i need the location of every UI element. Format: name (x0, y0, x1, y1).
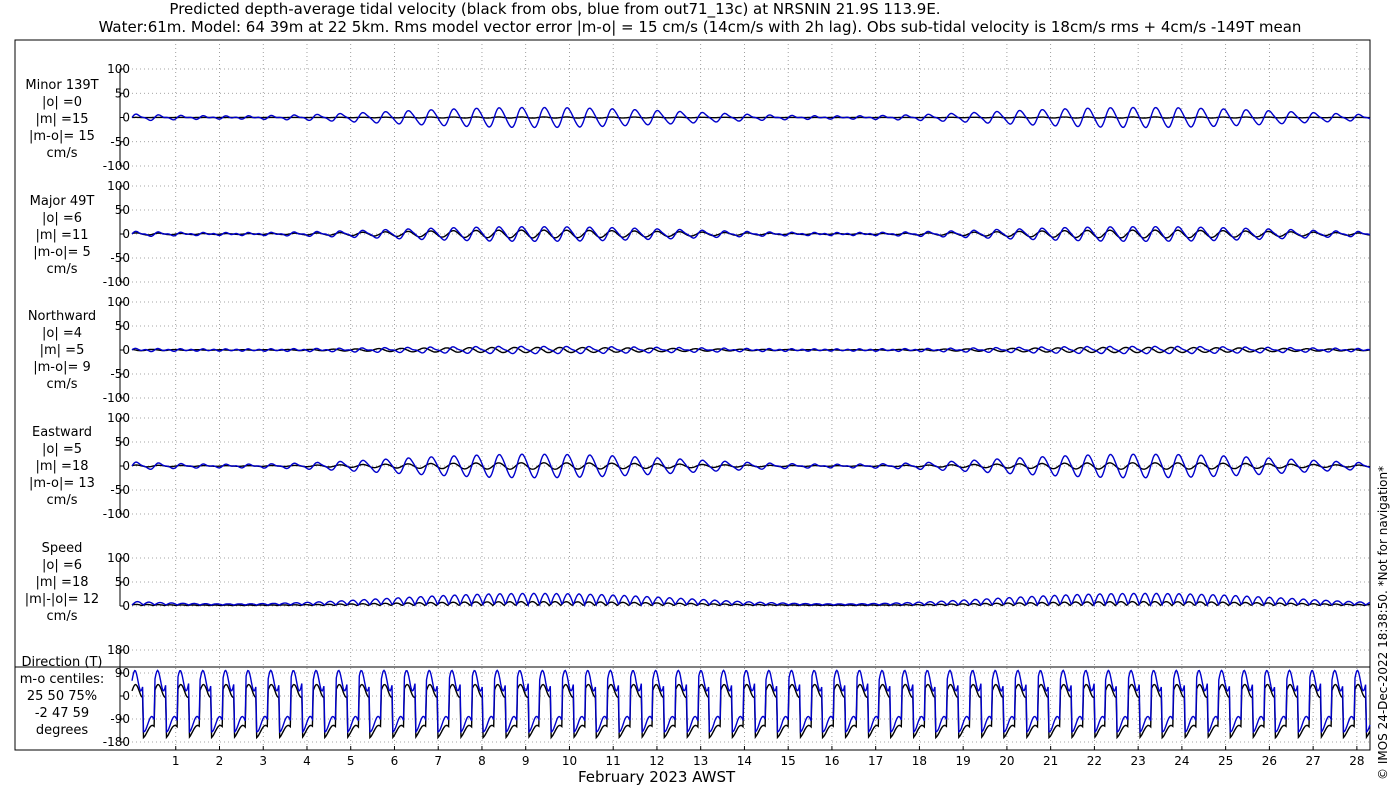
y-tick-label: -100 (103, 507, 130, 521)
x-tick-label: 21 (1043, 754, 1058, 768)
panel-label-line: Major 49T (29, 194, 95, 209)
panel-label-line: |m|-|o|= 12 (24, 592, 100, 607)
x-tick-label: 5 (347, 754, 355, 768)
x-tick-label: 22 (1087, 754, 1102, 768)
y-tick-label: -100 (103, 391, 130, 405)
x-tick-label: 3 (259, 754, 267, 768)
panel-label: Direction (T) m-o centiles: 25 50 75% -2 47… (8, 654, 116, 739)
x-tick-label: 19 (956, 754, 971, 768)
panel-label-line: Eastward (31, 425, 93, 440)
x-tick-label: 14 (737, 754, 752, 768)
panel-label-line: |m| =18 (35, 459, 89, 474)
x-tick-label: 13 (693, 754, 708, 768)
y-tick-label: 100 (107, 62, 130, 76)
panel-label: Eastward |o| =5 |m| =18 |m-o|= 13 cm/s (8, 424, 116, 509)
panel-label: Minor 139T |o| =0 |m| =15 |m-o|= 15 cm/s (8, 77, 116, 162)
panel-label-line: |m| =11 (35, 228, 89, 243)
x-tick-label: 9 (522, 754, 530, 768)
panel-label-line: |m-o|= 15 (29, 129, 95, 144)
x-axis-label: February 2023 AWST (578, 768, 736, 786)
x-tick-label: 16 (824, 754, 839, 768)
panel-label-line: |m-o|= 9 (33, 360, 91, 375)
panel-label-line: cm/s (46, 146, 78, 161)
x-tick-label: 10 (562, 754, 577, 768)
x-tick-label: 20 (999, 754, 1014, 768)
x-tick-label: 2 (216, 754, 224, 768)
panel-label-line: m-o centiles: (19, 672, 105, 687)
panel-label-line: Speed (41, 541, 83, 556)
tidal-velocity-figure: 1 2 3 4 5 6 7 8 9 10 11 12 13 14 15 16 17 18 19 20 21 22 23 24 2… (14, 39, 1371, 768)
panel-label-line: -2 47 59 (34, 706, 90, 721)
panel-label: Northward |o| =4 |m| =5 |m-o|= 9 cm/s (8, 308, 116, 393)
x-tick-label: 6 (391, 754, 399, 768)
x-tick-label: 7 (434, 754, 442, 768)
direction-frame (14, 666, 1371, 751)
panel-label-line: |m| =5 (39, 343, 85, 358)
panel-label-line: |m-o|= 13 (29, 476, 95, 491)
x-tick-label: 17 (868, 754, 883, 768)
panel-label-line: degrees (35, 723, 89, 738)
panel-label-line: Direction (T) (21, 655, 103, 670)
x-tick-label: 26 (1262, 754, 1277, 768)
model-series-line (131, 592, 1371, 608)
x-tick-label: 27 (1305, 754, 1320, 768)
x-tick-label: 12 (649, 754, 664, 768)
panel-label-line: |m| =18 (35, 575, 89, 590)
x-tick-label: 28 (1349, 754, 1364, 768)
panel-label-line: |m| =15 (35, 112, 89, 127)
x-tick-label: 8 (478, 754, 486, 768)
panel-label-line: Northward (27, 309, 97, 324)
panel-label-line: cm/s (46, 493, 78, 508)
panel-label: Major 49T |o| =6 |m| =11 |m-o|= 5 cm/s (8, 193, 116, 278)
x-tick-label: 23 (1131, 754, 1146, 768)
y-tick-label: 100 (107, 411, 130, 425)
upper-frame (14, 39, 1371, 668)
y-tick-label: 100 (107, 295, 130, 309)
x-tick-label: 25 (1218, 754, 1233, 768)
panel-label-line: |o| =4 (41, 326, 82, 341)
panel-label-line: cm/s (46, 262, 78, 277)
panel-label: Speed |o| =6 |m| =18 |m|-|o|= 12 cm/s (8, 540, 116, 625)
panel-label-line: 25 50 75% (26, 689, 98, 704)
x-tick-label: 1 (172, 754, 180, 768)
panel-label-line: |o| =6 (41, 558, 82, 573)
panel-label-line: |o| =6 (41, 211, 82, 226)
model-series-line (131, 225, 1371, 243)
panel-label-line: cm/s (46, 609, 78, 624)
panel-label-line: |m-o|= 5 (33, 245, 91, 260)
panel-label-line: cm/s (46, 377, 78, 392)
x-tick-label: 18 (912, 754, 927, 768)
x-tick-label: 15 (781, 754, 796, 768)
panel-label-line: Minor 139T (25, 78, 99, 93)
panel-label-line: |o| =5 (41, 442, 82, 457)
panel-label-line: |o| =0 (41, 95, 82, 110)
x-tick-label: 4 (303, 754, 311, 768)
copyright-note: © IMOS 24-Dec-2022 18:38:50. *Not for na… (1376, 465, 1390, 780)
x-tick-label: 24 (1174, 754, 1189, 768)
y-tick-label: 100 (107, 179, 130, 193)
x-tick-label: 11 (606, 754, 621, 768)
